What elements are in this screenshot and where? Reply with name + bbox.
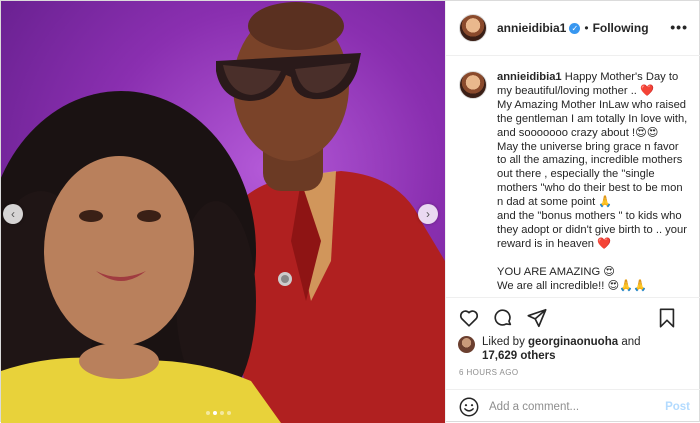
likes-count[interactable]: 17,629 others bbox=[482, 350, 556, 362]
caption: annieidibia1 Happy Mother's Day to my be… bbox=[497, 71, 690, 294]
paper-plane-icon bbox=[527, 308, 547, 327]
emoji-icon[interactable] bbox=[458, 396, 480, 418]
avatar[interactable] bbox=[459, 14, 487, 42]
post-comment-button[interactable]: Post bbox=[665, 401, 690, 413]
share-button[interactable] bbox=[526, 307, 548, 329]
comment-icon bbox=[494, 308, 512, 326]
header-username[interactable]: annieidibia1 ✓ bbox=[497, 21, 581, 35]
action-bar bbox=[446, 297, 700, 337]
post-timestamp[interactable]: 6 HOURS AGO bbox=[459, 368, 519, 377]
save-button[interactable] bbox=[656, 307, 678, 329]
like-button[interactable] bbox=[458, 307, 480, 329]
chevron-right-icon: › bbox=[426, 207, 430, 221]
likes-summary: Liked by georginaonuoha and 17,629 other… bbox=[458, 335, 694, 363]
carousel-dot bbox=[213, 411, 217, 415]
bookmark-icon bbox=[659, 308, 675, 328]
post-sidebar: annieidibia1 ✓ • Following ••• annieidibi… bbox=[445, 1, 700, 423]
caption-username[interactable]: annieidibia1 bbox=[497, 71, 562, 83]
more-options-icon[interactable]: ••• bbox=[670, 19, 688, 35]
comment-button[interactable] bbox=[492, 307, 514, 329]
header-separator: • bbox=[584, 21, 589, 35]
heart-icon bbox=[459, 309, 479, 327]
liker-avatar[interactable] bbox=[458, 336, 475, 353]
carousel-indicator bbox=[206, 411, 231, 415]
comment-input[interactable] bbox=[489, 400, 664, 413]
caption-scroll[interactable]: annieidibia1 Happy Mother's Day to my be… bbox=[446, 57, 700, 296]
verified-badge-icon: ✓ bbox=[569, 23, 581, 34]
carousel-prev-button[interactable]: ‹ bbox=[3, 204, 23, 224]
comment-bar: Post bbox=[446, 389, 700, 423]
chevron-left-icon: ‹ bbox=[11, 207, 15, 221]
carousel-dot bbox=[227, 411, 231, 415]
post-header: annieidibia1 ✓ • Following ••• bbox=[446, 1, 700, 56]
carousel-dot bbox=[220, 411, 224, 415]
likes-text: Liked by georginaonuoha and 17,629 other… bbox=[482, 335, 641, 363]
post-photo[interactable]: ‹ › bbox=[1, 1, 445, 423]
likes-middle: and bbox=[618, 336, 641, 348]
username-text[interactable]: annieidibia1 bbox=[497, 21, 566, 35]
likes-prefix: Liked by bbox=[482, 336, 529, 348]
photo-illustration bbox=[1, 2, 445, 423]
carousel-dot bbox=[206, 411, 210, 415]
caption-text: Happy Mother's Day to my beautiful/lovin… bbox=[497, 71, 688, 292]
carousel-next-button[interactable]: › bbox=[418, 204, 438, 224]
liker-username[interactable]: georginaonuoha bbox=[528, 336, 618, 348]
caption-avatar[interactable] bbox=[459, 71, 487, 99]
post-modal: ‹ › annieidibia1 ✓ • Following ••• anniei… bbox=[0, 0, 700, 423]
following-button[interactable]: Following bbox=[593, 21, 649, 35]
